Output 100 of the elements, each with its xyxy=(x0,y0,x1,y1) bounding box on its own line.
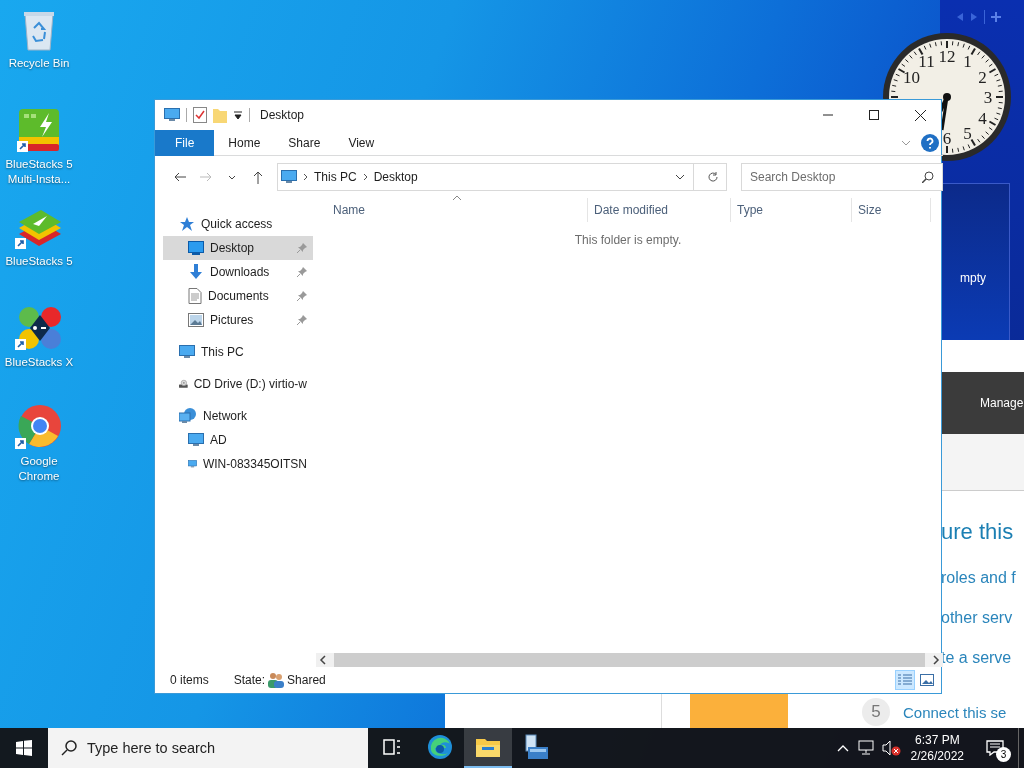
ribbon-tab[interactable]: Home xyxy=(214,129,275,156)
browser-icon xyxy=(15,404,63,450)
star-icon xyxy=(179,216,195,232)
task-link[interactable]: other serv xyxy=(941,611,1024,625)
list-icon xyxy=(898,674,912,686)
window-title: Desktop xyxy=(260,108,305,122)
nav-item[interactable]: This PC xyxy=(155,340,313,364)
picture-icon xyxy=(920,674,934,686)
document-icon xyxy=(188,288,202,304)
desktop-icon xyxy=(188,241,204,255)
breadcrumb[interactable]: Desktop xyxy=(373,170,418,184)
message-icon xyxy=(986,740,1004,756)
up-arrow-icon xyxy=(253,170,263,184)
search-icon xyxy=(61,740,77,756)
clock-numeral: 3 xyxy=(983,88,993,107)
chevron-down-icon xyxy=(228,174,236,180)
picture-icon xyxy=(188,313,204,327)
nav-item[interactable]: AD xyxy=(163,428,313,452)
browser-icon xyxy=(427,734,453,760)
empty-message: This folder is empty. xyxy=(573,233,683,247)
clock-numeral: 10 xyxy=(903,67,920,87)
server-icon xyxy=(523,734,549,760)
back-arrow-icon xyxy=(174,172,186,182)
clock-date[interactable]: 2/26/2022 xyxy=(910,748,964,764)
windows-logo-icon xyxy=(16,740,32,756)
file-explorer-button[interactable] xyxy=(464,728,512,768)
nav-label: CD Drive (D:) virtio-w xyxy=(193,377,307,391)
maximize-icon xyxy=(869,110,879,120)
gadget-text: mpty xyxy=(960,271,986,285)
search-icon xyxy=(922,171,934,183)
nav-label: WIN-083345OITSN xyxy=(202,457,307,471)
clock-numeral: 2 xyxy=(978,67,987,87)
search-field[interactable]: Search Desktop xyxy=(741,163,943,191)
clock-time[interactable]: 6:37 PM xyxy=(914,732,960,748)
item-count: 0 items xyxy=(170,673,209,687)
notifications-button[interactable]: 3 xyxy=(972,728,1018,768)
clock-numeral: 4 xyxy=(978,108,987,128)
task-link[interactable]: Connect this se xyxy=(903,703,1007,721)
nav-item[interactable]: Network xyxy=(155,404,313,428)
nav-label: Pictures xyxy=(210,313,254,327)
nav-item[interactable]: Pictures xyxy=(163,308,313,332)
app-icon xyxy=(17,107,61,153)
task-link[interactable]: roles and f xyxy=(941,571,1024,585)
computer-icon xyxy=(188,433,204,447)
status-value: Shared xyxy=(287,673,326,687)
folder-icon xyxy=(213,107,227,123)
column-header[interactable]: Name xyxy=(313,198,588,222)
step-number: 5 xyxy=(862,698,890,726)
notification-count: 3 xyxy=(996,747,1011,762)
nav-item[interactable]: CD Drive (D:) virtio-w xyxy=(155,372,313,396)
heading: ure this xyxy=(941,519,1015,545)
expand-ribbon-icon xyxy=(901,139,911,146)
column-header[interactable]: Date modified xyxy=(588,198,731,222)
computer-icon xyxy=(179,345,195,359)
ribbon-tab[interactable]: Share xyxy=(274,129,335,156)
forward-arrow-icon xyxy=(200,172,212,182)
clock-numeral: 5 xyxy=(963,123,972,143)
nav-label: Quick access xyxy=(201,217,273,231)
column-header[interactable]: Type xyxy=(731,198,852,222)
clock-numeral: 11 xyxy=(918,52,935,72)
muted-speaker-icon xyxy=(880,740,901,756)
nav-label: Documents xyxy=(208,289,269,303)
address-bar[interactable]: This PC Desktop xyxy=(277,163,727,191)
nav-item[interactable]: Downloads xyxy=(163,260,313,284)
status-label: State: xyxy=(233,673,266,687)
dropdown-icon xyxy=(233,110,243,120)
plus-icon xyxy=(991,12,1001,22)
search-field[interactable]: Type here to search xyxy=(48,728,368,768)
nav-label: Desktop xyxy=(210,241,255,255)
close-icon xyxy=(914,109,926,121)
ribbon-tab[interactable]: File xyxy=(155,129,215,156)
network-icon xyxy=(179,408,197,424)
nav-item[interactable]: Desktop xyxy=(163,236,313,260)
nav-item[interactable]: WIN-083345OITSN xyxy=(163,452,313,476)
nav-label: This PC xyxy=(201,345,244,359)
folder-icon xyxy=(476,737,500,757)
download-icon xyxy=(188,264,204,280)
header-text: Manage xyxy=(980,396,1024,410)
users-icon xyxy=(267,672,286,688)
sort-caret-icon xyxy=(452,195,462,201)
computer-icon xyxy=(281,170,297,184)
column-header[interactable]: Size xyxy=(852,198,931,222)
breadcrumb[interactable]: This PC xyxy=(314,170,357,184)
nav-label: Downloads xyxy=(210,265,270,279)
network-icon xyxy=(857,740,876,756)
refresh-icon xyxy=(707,171,719,183)
computer-icon xyxy=(164,108,180,122)
clock-numeral: 12 xyxy=(938,47,956,66)
clock-numeral: 1 xyxy=(963,52,972,72)
ribbon-tab[interactable]: View xyxy=(334,129,389,156)
clock-numeral: 6 xyxy=(942,129,952,148)
nav-label: AD xyxy=(210,433,227,447)
left-arrow-icon xyxy=(956,12,964,22)
chevron-down-icon xyxy=(675,174,685,180)
properties-icon xyxy=(193,107,207,123)
nav-label: Network xyxy=(203,409,247,423)
chevron-up-icon xyxy=(836,744,849,752)
breadcrumb-chevron-icon xyxy=(303,173,308,181)
nav-item[interactable]: Documents xyxy=(163,284,313,308)
nav-item[interactable]: Quick access xyxy=(155,212,313,236)
